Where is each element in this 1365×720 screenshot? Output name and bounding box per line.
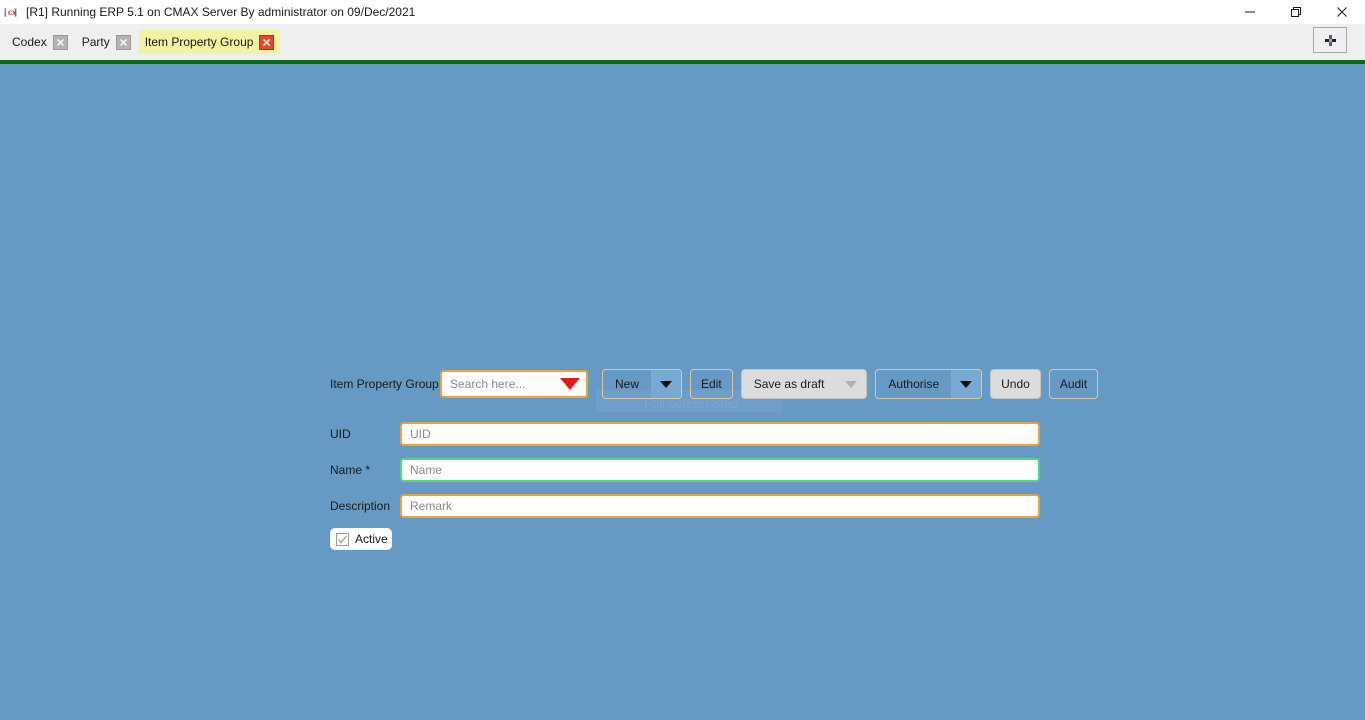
form-toolbar: Item Property Group Search here... New E… — [330, 364, 1106, 404]
restore-icon — [1291, 7, 1301, 17]
window-title: [R1] Running ERP 5.1 on CMAX Server By a… — [26, 5, 416, 19]
tab-party[interactable]: Party — [76, 31, 137, 53]
close-icon — [56, 38, 64, 46]
name-label: Name * — [330, 463, 371, 477]
field-row-name: Name * Name — [330, 454, 1106, 486]
name-input[interactable]: Name — [400, 458, 1040, 482]
dropdown-caret-icon[interactable] — [560, 378, 580, 390]
uid-input[interactable]: UID — [400, 422, 1040, 446]
tab-label: Party — [81, 35, 110, 49]
authorise-label: Authorise — [888, 377, 940, 391]
search-placeholder: Search here... — [450, 377, 526, 391]
check-icon — [338, 535, 347, 544]
field-row-uid: UID UID — [330, 418, 1106, 450]
tab-item-property-group[interactable]: Item Property Group — [138, 30, 281, 54]
save-as-draft-label: Save as draft — [753, 377, 825, 391]
field-row-description: Description Remark — [330, 490, 1106, 522]
content-area: Full-screen Snip Item Property Group Sea… — [0, 64, 1365, 720]
uid-label: UID — [330, 427, 351, 441]
minimize-icon — [1245, 11, 1255, 13]
description-label: Description — [330, 499, 391, 513]
caret-down-icon — [960, 380, 973, 388]
window-title-bar: [ cx ] [R1] Running ERP 5.1 on CMAX Serv… — [0, 0, 1365, 24]
new-tab-button[interactable] — [1313, 27, 1347, 53]
tab-codex[interactable]: Codex — [6, 31, 74, 53]
search-input[interactable]: Search here... — [440, 370, 588, 398]
new-button-label: New — [615, 377, 640, 391]
close-icon — [263, 38, 271, 46]
new-dropdown-toggle[interactable] — [651, 370, 682, 398]
close-icon — [119, 38, 127, 46]
authorise-button[interactable]: Authorise — [875, 369, 983, 399]
tab-label: Item Property Group — [144, 35, 254, 49]
close-button[interactable] — [1319, 0, 1365, 24]
caret-down-icon — [660, 380, 673, 388]
minimize-button[interactable] — [1227, 0, 1273, 24]
new-button[interactable]: New — [602, 369, 683, 399]
edit-button[interactable]: Edit — [690, 369, 733, 399]
window-controls — [1227, 0, 1365, 24]
item-property-group-form: Item Property Group Search here... New E… — [330, 364, 1106, 550]
audit-button[interactable]: Audit — [1048, 369, 1099, 399]
tab-bar: Codex Party Item Property Group — [0, 24, 1365, 60]
name-placeholder: Name — [410, 463, 443, 477]
close-icon — [1337, 7, 1347, 17]
active-checkbox-label: Active — [355, 532, 388, 546]
save-as-draft-dropdown-toggle[interactable] — [836, 370, 866, 398]
active-checkbox[interactable]: Active — [330, 528, 392, 550]
tab-close-button[interactable] — [52, 34, 68, 50]
app-icon: [ cx ] — [4, 7, 17, 17]
tab-close-button[interactable] — [115, 34, 131, 50]
save-as-draft-button[interactable]: Save as draft — [740, 369, 868, 399]
authorise-dropdown-toggle[interactable] — [951, 370, 982, 398]
description-input[interactable]: Remark — [400, 494, 1040, 518]
uid-placeholder: UID — [410, 427, 431, 441]
undo-button[interactable]: Undo — [990, 369, 1041, 399]
restore-button[interactable] — [1273, 0, 1319, 24]
plus-icon — [1324, 34, 1336, 46]
tab-close-button[interactable] — [259, 34, 275, 50]
checkbox-box[interactable] — [336, 532, 349, 546]
section-label: Item Property Group — [330, 377, 439, 391]
active-checkbox-row: Active — [330, 528, 392, 550]
description-placeholder: Remark — [410, 499, 453, 513]
tab-label: Codex — [12, 35, 47, 49]
caret-down-icon — [845, 380, 858, 388]
